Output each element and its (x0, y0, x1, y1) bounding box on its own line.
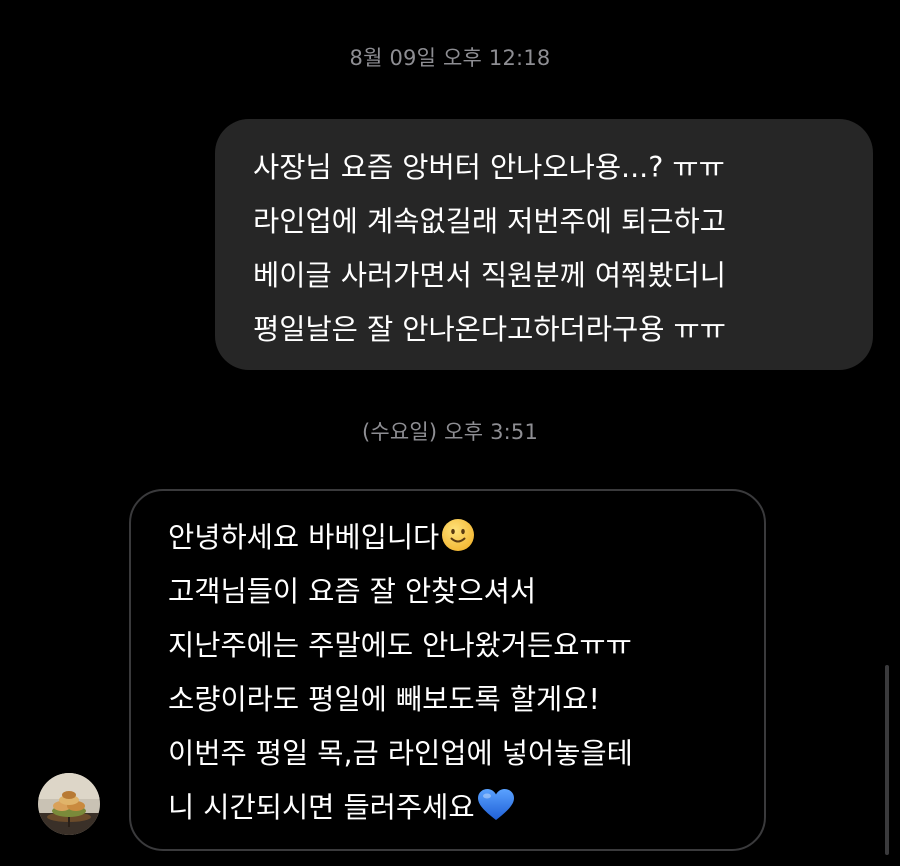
message-text-line: 안녕하세요 바베입니다 (168, 511, 764, 565)
message-text-line: 고객님들이 요즘 잘 안찾으셔서 (168, 575, 537, 608)
message-text-line: 베이글 사러가면서 직원분께 여쭤봤더니 (253, 259, 726, 292)
blue-heart-emoji (477, 786, 515, 840)
message-text: 안녕하세요 바베입니다 (168, 521, 440, 554)
message-text-line: 소량이라도 평일에 빼보도록 할게요! (168, 683, 600, 716)
message-timestamp: (수요일) 오후 3:51 (361, 420, 539, 444)
message-text-line: 사장님 요즘 앙버터 안나오나용...? ㅠㅠ (253, 151, 725, 184)
message-text: 니 시간되시면 들러주세요 (168, 791, 475, 824)
message-text-line: 지난주에는 주말에도 안나왔거든요ㅠㅠ (168, 629, 632, 662)
bagel-shop-avatar[interactable] (38, 773, 100, 835)
scrollbar[interactable] (885, 665, 889, 855)
message-text-line: 니 시간되시면 들러주세요 (168, 781, 764, 835)
message-text-line: 라인업에 계속없길래 저번주에 퇴근하고 (253, 205, 726, 238)
message-timestamp: 8월 09일 오후 12:18 (349, 46, 551, 70)
received-message-bubble[interactable]: 안녕하세요 바베입니다 고객님들이 요즘 잘 안찾으셔서 지난주에는 주말에도 … (129, 489, 766, 851)
sent-message-bubble[interactable]: 사장님 요즘 앙버터 안나오나용...? ㅠㅠ 라인업에 계속없길래 저번주에 … (215, 119, 873, 370)
message-text-line: 평일날은 잘 안나온다고하더라구용 ㅠㅠ (253, 313, 726, 346)
slightly-smiling-face-emoji (441, 516, 475, 570)
message-text-line: 이번주 평일 목,금 라인업에 넣어놓을테 (168, 737, 633, 770)
